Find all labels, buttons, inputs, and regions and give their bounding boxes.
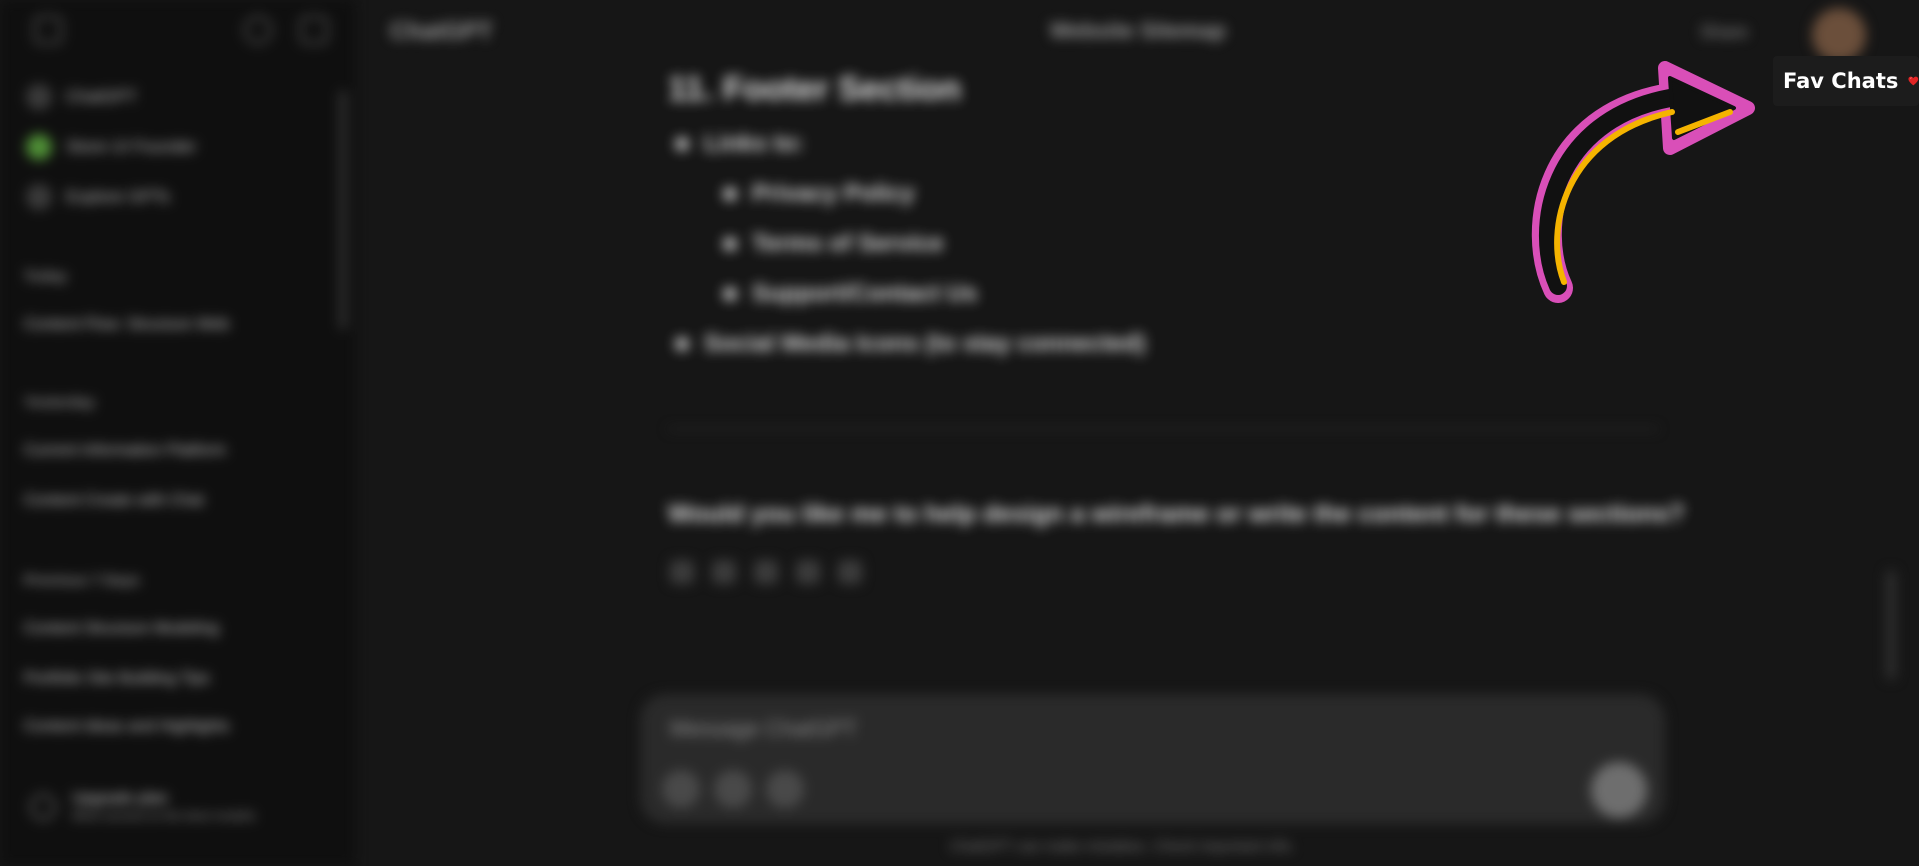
list-item-text: Links to: <box>704 130 804 157</box>
sidebar-chat-item[interactable]: Portfolio Site Building Tips <box>24 670 304 688</box>
sidebar-nav-gpt[interactable]: Store UI Founder <box>26 134 196 160</box>
list-item: Support/Contact Us <box>724 280 977 308</box>
upgrade-title: Upgrade plan <box>72 790 169 807</box>
bullet-icon <box>676 138 688 150</box>
composer-tools <box>662 770 804 808</box>
list-item: Links to: <box>676 130 804 158</box>
chat-title[interactable]: Website Sitemap <box>1050 18 1226 44</box>
bullet-icon <box>724 238 736 250</box>
sidebar-section-title: Yesterday <box>24 394 95 411</box>
curved-arrow-icon <box>1531 61 1755 303</box>
sidebar-nav-label: Explore GPTs <box>66 187 170 206</box>
list-item: Social Media Icons (to stay connected) <box>676 330 1145 358</box>
green-avatar-icon <box>26 134 52 160</box>
new-chat-icon[interactable] <box>300 16 328 44</box>
grid-icon <box>26 184 52 210</box>
heart-icon <box>1908 76 1919 86</box>
sidebar-nav-label: ChatGPT <box>66 87 137 106</box>
copy-icon[interactable] <box>670 560 694 584</box>
upgrade-subtitle: More access to the best models <box>72 808 256 823</box>
sidebar-nav-explore[interactable]: Explore GPTs <box>26 184 170 210</box>
sidebar-chat-item[interactable]: Current Information Platform <box>24 442 304 460</box>
list-item-text: Social Media Icons (to stay connected) <box>704 330 1146 357</box>
message-actions <box>670 560 862 584</box>
regenerate-icon[interactable] <box>838 560 862 584</box>
model-selector[interactable]: ChatGPT <box>390 18 493 46</box>
composer-placeholder[interactable]: Message ChatGPT <box>670 716 857 742</box>
read-aloud-icon[interactable] <box>712 560 736 584</box>
tools-icon[interactable] <box>766 770 804 808</box>
sidebar-chat-item[interactable]: Content Flow: Structure Web <box>24 316 304 334</box>
sidebar-toggle-icon[interactable] <box>34 16 62 44</box>
bullet-icon <box>676 338 688 350</box>
thumbs-down-icon[interactable] <box>796 560 820 584</box>
list-item-text: Support/Contact Us <box>752 280 978 307</box>
sidebar-section-title: Previous 7 Days <box>24 572 140 589</box>
sidebar-nav-chatgpt[interactable]: ChatGPT <box>26 84 137 110</box>
upgrade-icon <box>30 793 56 820</box>
upgrade-plan-button[interactable]: Upgrade plan More access to the best mod… <box>30 790 256 823</box>
chatgpt-logo-icon <box>26 84 52 110</box>
sidebar-chat-item[interactable]: Content Structure Modeling <box>24 620 304 638</box>
fav-chats-text: Fav Chats <box>1783 69 1899 93</box>
list-item: Privacy Policy <box>724 180 915 208</box>
avatar[interactable] <box>1812 8 1866 62</box>
sidebar-chat-item[interactable]: Content Create with Chat <box>24 492 304 510</box>
sidebar-section-title: Today <box>24 268 68 285</box>
attach-icon[interactable] <box>662 770 700 808</box>
list-item: Terms of Service <box>724 230 944 258</box>
thumbs-up-icon[interactable] <box>754 560 778 584</box>
bullet-icon <box>724 188 736 200</box>
bullet-icon <box>724 288 736 300</box>
main-scrollbar[interactable] <box>1886 570 1896 680</box>
sidebar-nav-label: Store UI Founder <box>66 137 197 156</box>
sidebar-chat-item[interactable]: Content Ideas and Highlights <box>24 718 304 736</box>
fav-chats-label[interactable]: Fav Chats <box>1773 56 1919 106</box>
sidebar: ChatGPT Store UI Founder Explore GPTs To… <box>0 0 355 866</box>
section-heading: 11. Footer Section <box>668 70 961 108</box>
disclaimer: ChatGPT can make mistakes. Check importa… <box>950 838 1295 855</box>
assistant-question: Would you like me to help design a wiref… <box>668 500 1685 528</box>
list-item-text: Terms of Service <box>752 230 944 257</box>
screen: ChatGPT Store UI Founder Explore GPTs To… <box>0 0 1919 866</box>
search-icon[interactable] <box>244 16 272 44</box>
voice-button[interactable] <box>1591 762 1647 818</box>
share-button[interactable]: Share <box>1700 22 1748 43</box>
sidebar-scrollbar[interactable] <box>339 90 347 330</box>
list-item-text: Privacy Policy <box>752 180 915 207</box>
divider <box>668 428 1658 430</box>
message-composer[interactable]: Message ChatGPT <box>640 694 1665 824</box>
globe-icon[interactable] <box>714 770 752 808</box>
